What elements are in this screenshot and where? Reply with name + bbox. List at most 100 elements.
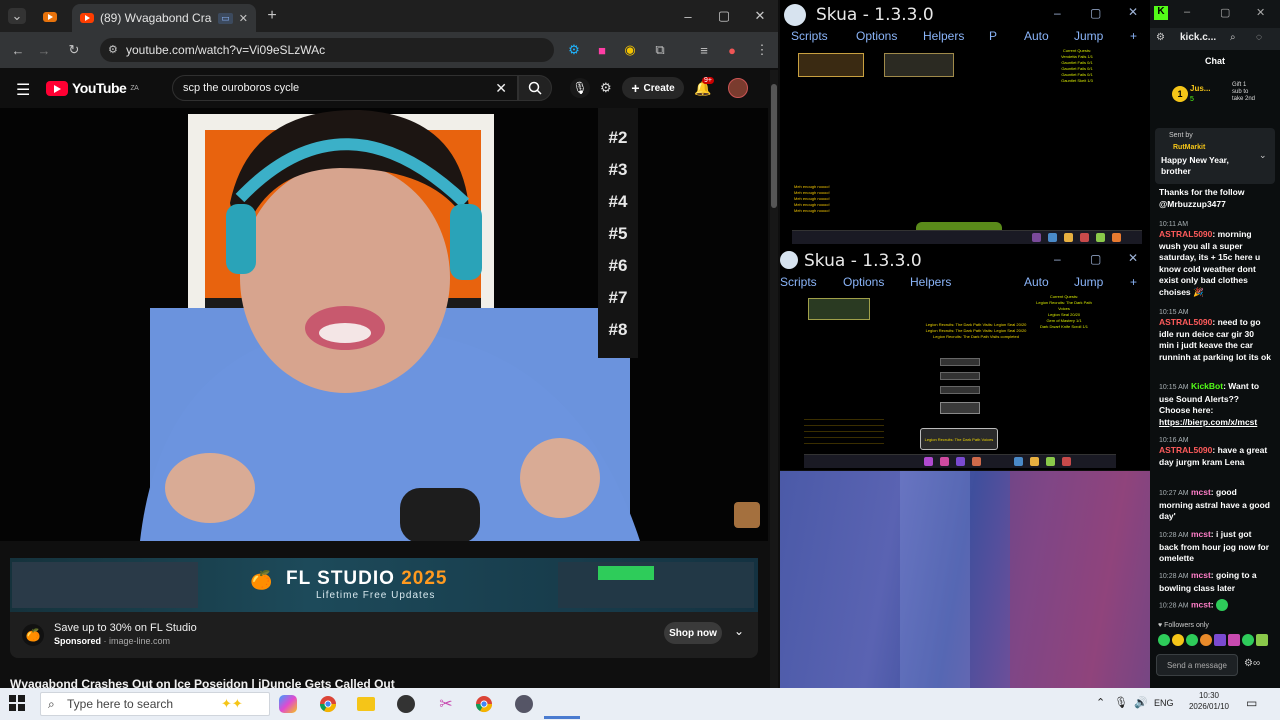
emote[interactable]: [1158, 634, 1170, 646]
close-window-button[interactable]: ✕: [750, 6, 770, 26]
tab-search-button[interactable]: ⌄: [8, 8, 26, 24]
zoom-icon[interactable]: ⌕: [1230, 32, 1236, 43]
menu-options[interactable]: Options: [843, 275, 884, 289]
skill-icon[interactable]: [940, 457, 949, 466]
menu-jump[interactable]: Jump: [1074, 275, 1103, 289]
chevron-down-icon[interactable]: ⌄: [734, 624, 744, 638]
youtube-logo[interactable]: YouTube ZA: [46, 80, 139, 96]
taskbar-search-input[interactable]: ⌕ Type here to search ✦✦: [40, 692, 270, 716]
channel-watermark[interactable]: [734, 502, 760, 528]
scrollbar-thumb[interactable]: [771, 84, 777, 208]
emote[interactable]: [1172, 634, 1184, 646]
skill-icon[interactable]: [1046, 457, 1055, 466]
windows-start-icon[interactable]: [8, 694, 26, 712]
skill-icon[interactable]: [1064, 233, 1073, 242]
chrome-icon[interactable]: [316, 692, 340, 716]
emote[interactable]: [1214, 634, 1226, 646]
skill-icon[interactable]: [972, 457, 981, 466]
minimize-button[interactable]: –: [1054, 6, 1061, 20]
chat-user[interactable]: ASTRAL5090: [1159, 317, 1212, 327]
send-message-input[interactable]: Send a message: [1156, 654, 1238, 676]
language-indicator[interactable]: ENG: [1154, 698, 1174, 708]
chat-user[interactable]: mcst: [1191, 487, 1211, 497]
menu-plus[interactable]: +: [1130, 275, 1137, 289]
eye-slash-icon[interactable]: ◌: [1256, 32, 1262, 43]
emote[interactable]: [1256, 634, 1268, 646]
skill-icon[interactable]: [1112, 233, 1121, 242]
chevron-up-icon[interactable]: ⌃: [1096, 696, 1105, 709]
shop-now-button[interactable]: Shop now: [664, 622, 722, 644]
chat-user[interactable]: KickBot: [1191, 381, 1223, 391]
chat-user[interactable]: mcst: [1191, 529, 1211, 539]
chat-link[interactable]: https://bierp.com/x/mcst: [1159, 417, 1257, 427]
menu-scripts[interactable]: Scripts: [780, 275, 817, 289]
menu-p[interactable]: P: [989, 29, 997, 43]
extension-gear-icon[interactable]: ⚙: [600, 80, 612, 96]
minimize-button[interactable]: –: [1054, 252, 1061, 266]
chat-user[interactable]: mcst: [1191, 570, 1211, 580]
menu-jump[interactable]: Jump: [1074, 29, 1103, 43]
maximize-button[interactable]: ▢: [714, 6, 734, 26]
hamburger-menu-icon[interactable]: ☰: [16, 80, 30, 100]
settings-icon[interactable]: ⚙: [1156, 32, 1165, 43]
gift-cta[interactable]: Gift 1 sub to take 2nd: [1232, 82, 1256, 103]
pinned-message[interactable]: Sent by RutMarkit Happy New Year, brothe…: [1155, 128, 1275, 184]
skill-icon[interactable]: [1080, 233, 1089, 242]
emote[interactable]: [1242, 634, 1254, 646]
close-tab-icon[interactable]: ✕: [239, 12, 248, 25]
skill-icon[interactable]: [1014, 457, 1023, 466]
skua-app-icon[interactable]: [512, 692, 536, 716]
menu-plus[interactable]: +: [1130, 29, 1137, 43]
tab-active[interactable]: (89) Wvagabond Crashes O ▭ ✕: [72, 4, 256, 32]
tab-youtube-inactive[interactable]: [36, 6, 64, 28]
close-window-button[interactable]: ✕: [1128, 251, 1138, 265]
menu-options[interactable]: Options: [856, 29, 897, 43]
menu-kebab-icon[interactable]: ⋮: [752, 40, 772, 60]
clock[interactable]: 10:30 2026/01/10: [1184, 690, 1234, 712]
snipping-tool-icon[interactable]: ✂: [434, 692, 458, 716]
extension-icon[interactable]: ⚙: [564, 40, 584, 60]
microphone-icon[interactable]: 🎙: [1114, 696, 1128, 709]
extensions-puzzle-icon[interactable]: ⧉: [650, 40, 670, 60]
menu-helpers[interactable]: Helpers: [923, 29, 964, 43]
advertiser-logo[interactable]: 🍊: [22, 624, 44, 646]
address-bar[interactable]: ⚙ youtube.com/watch?v=Vi09eSLzWAc: [100, 38, 554, 62]
chrome-icon[interactable]: [472, 692, 496, 716]
skill-icon[interactable]: [1032, 233, 1041, 242]
close-window-button[interactable]: ✕: [1256, 6, 1265, 19]
skill-icon[interactable]: [1096, 233, 1105, 242]
maximize-button[interactable]: ▢: [1090, 252, 1101, 266]
skill-icon[interactable]: [1030, 457, 1039, 466]
file-explorer-icon[interactable]: [354, 692, 378, 716]
emote[interactable]: [1228, 634, 1240, 646]
extension-icon[interactable]: ◉: [620, 40, 640, 60]
chevron-down-icon[interactable]: ⌄: [1259, 150, 1267, 161]
media-control-icon[interactable]: ≡: [694, 40, 714, 60]
menu-auto[interactable]: Auto: [1024, 275, 1049, 289]
obs-icon[interactable]: [394, 692, 418, 716]
skill-icon[interactable]: [1048, 233, 1057, 242]
chat-user[interactable]: mcst: [1191, 599, 1211, 609]
account-avatar[interactable]: [728, 78, 748, 98]
menu-helpers[interactable]: Helpers: [910, 275, 951, 289]
minimize-button[interactable]: –: [1184, 6, 1190, 18]
chat-settings-icon[interactable]: ⚙∞: [1244, 658, 1260, 669]
search-input[interactable]: scp the ouroboros cycle ✕: [172, 75, 518, 101]
close-window-button[interactable]: ✕: [1128, 5, 1138, 19]
minimize-button[interactable]: –: [678, 6, 698, 26]
microphone-icon[interactable]: 🎙: [570, 78, 590, 98]
chat-user[interactable]: ASTRAL5090: [1159, 229, 1212, 239]
back-icon[interactable]: ←: [8, 40, 28, 60]
profile-avatar[interactable]: ●: [722, 40, 742, 60]
skill-icon[interactable]: [924, 457, 933, 466]
maximize-button[interactable]: ▢: [1220, 6, 1230, 19]
search-button[interactable]: [518, 75, 552, 101]
forward-icon[interactable]: →: [34, 40, 54, 60]
speaker-icon[interactable]: 🔊: [1134, 696, 1148, 709]
create-button[interactable]: + Create: [622, 77, 684, 99]
site-info-icon[interactable]: ⚙: [108, 43, 118, 56]
maximize-button[interactable]: ▢: [1090, 6, 1101, 20]
emote[interactable]: [1200, 634, 1212, 646]
new-tab-button[interactable]: +: [262, 6, 282, 26]
notifications-icon[interactable]: ▭: [1246, 696, 1257, 710]
